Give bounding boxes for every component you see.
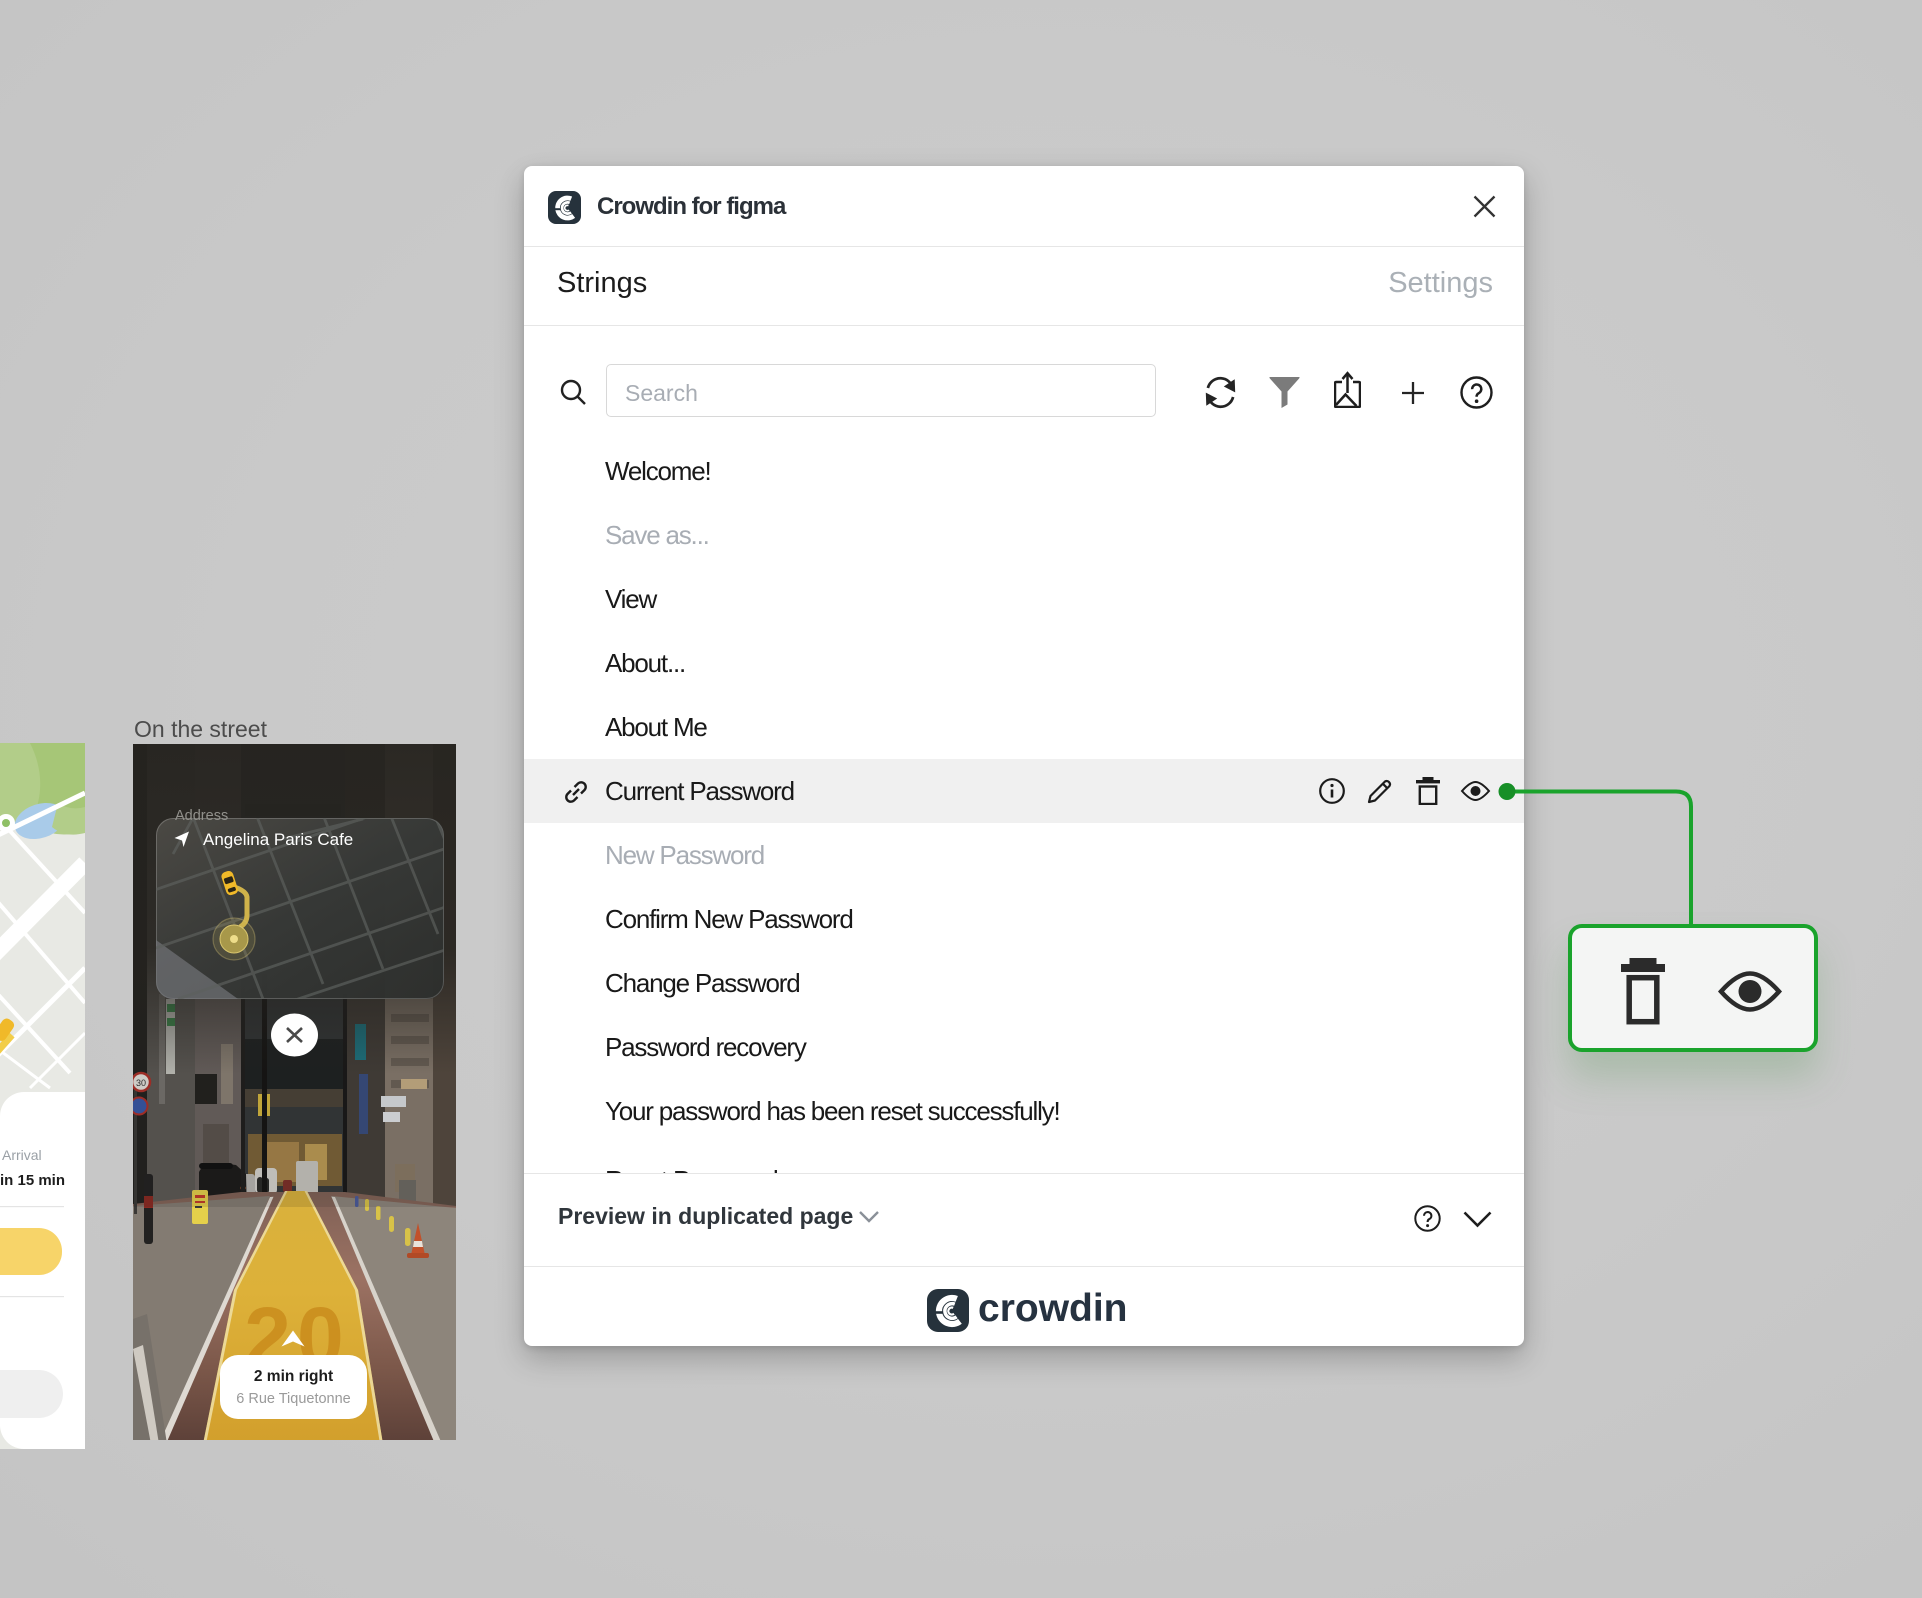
svg-text:in 15 min: in 15 min [0,1172,65,1189]
svg-text:2 min right: 2 min right [254,1368,333,1385]
svg-text:6 Rue Tiquetonne: 6 Rue Tiquetonne [236,1391,350,1407]
svg-text:Arrival: Arrival [2,1147,42,1163]
svg-text:Address: Address [175,808,228,824]
svg-text:Angelina Paris Cafe: Angelina Paris Cafe [203,830,353,849]
